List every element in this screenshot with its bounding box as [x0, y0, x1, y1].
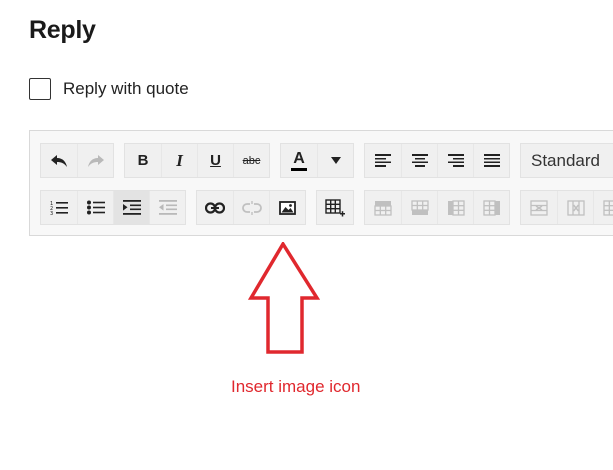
- rich-text-editor-toolbar: B I U abc A Standard 1 2 3: [29, 130, 613, 236]
- redo-button[interactable]: [77, 144, 113, 177]
- font-color-letter: A: [293, 149, 305, 167]
- justify-icon: [483, 154, 500, 167]
- row-above-icon: [374, 200, 392, 216]
- delete-row-button[interactable]: [521, 191, 557, 224]
- insert-image-annotation: Insert image icon: [231, 377, 361, 396]
- table-icon: [325, 198, 345, 216]
- reply-with-quote-label[interactable]: Reply with quote: [63, 79, 189, 99]
- table-delete-group: [520, 190, 613, 225]
- bold-button[interactable]: B: [125, 144, 161, 177]
- delete-column-icon: [566, 199, 585, 216]
- underline-button[interactable]: U: [197, 144, 233, 177]
- column-left-icon: [447, 199, 465, 216]
- unlink-icon: [241, 200, 262, 215]
- insert-link-button[interactable]: [197, 191, 233, 224]
- insert-table-button[interactable]: [317, 191, 353, 224]
- undo-redo-group: [40, 143, 114, 178]
- font-color-dropdown-button[interactable]: [317, 144, 353, 177]
- insert-column-left-button[interactable]: [437, 191, 473, 224]
- align-right-button[interactable]: [437, 144, 473, 177]
- table-row-col-group: [364, 190, 510, 225]
- toolbar-row-1: B I U abc A Standard: [40, 143, 613, 178]
- justify-button[interactable]: [473, 144, 509, 177]
- image-icon: [279, 200, 296, 215]
- list-indent-group: 123: [40, 190, 186, 225]
- align-left-icon: [375, 154, 391, 167]
- annotation-arrow-icon: [248, 242, 320, 354]
- indent-icon: [122, 200, 141, 215]
- insert-row-below-button[interactable]: [401, 191, 437, 224]
- unlink-button[interactable]: [233, 191, 269, 224]
- svg-text:3: 3: [50, 211, 53, 216]
- align-left-button[interactable]: [365, 144, 401, 177]
- font-color-button[interactable]: A: [281, 144, 317, 177]
- delete-row-icon: [530, 199, 548, 216]
- reply-with-quote-checkbox[interactable]: [29, 78, 51, 100]
- insert-column-right-button[interactable]: [473, 191, 509, 224]
- align-right-icon: [447, 154, 464, 167]
- redo-icon: [87, 154, 104, 167]
- link-image-group: [196, 190, 306, 225]
- indent-button[interactable]: [113, 191, 149, 224]
- paragraph-format-select[interactable]: Standard: [520, 143, 613, 178]
- undo-button[interactable]: [41, 144, 77, 177]
- font-color-swatch: [291, 167, 307, 171]
- delete-table-button[interactable]: [593, 191, 613, 224]
- numbered-list-icon: 123: [50, 201, 68, 216]
- numbered-list-button[interactable]: 123: [41, 191, 77, 224]
- italic-button[interactable]: I: [161, 144, 197, 177]
- align-center-button[interactable]: [401, 144, 437, 177]
- reply-with-quote-row: Reply with quote: [29, 77, 189, 101]
- row-below-icon: [410, 199, 429, 215]
- font-color-group: A: [280, 143, 354, 178]
- text-style-group: B I U abc: [124, 143, 270, 178]
- toolbar-row-2: 123: [40, 190, 613, 225]
- strikethrough-button[interactable]: abc: [233, 144, 269, 177]
- insert-image-button[interactable]: [269, 191, 305, 224]
- outdent-button[interactable]: [149, 191, 185, 224]
- undo-icon: [51, 154, 67, 167]
- insert-row-above-button[interactable]: [365, 191, 401, 224]
- column-right-icon: [482, 199, 500, 216]
- delete-table-icon: [602, 199, 613, 216]
- align-center-icon: [411, 154, 428, 167]
- bullet-list-button[interactable]: [77, 191, 113, 224]
- outdent-icon: [158, 200, 177, 215]
- reply-heading: Reply: [29, 16, 96, 44]
- link-icon: [205, 201, 225, 214]
- alignment-group: [364, 143, 510, 178]
- delete-column-button[interactable]: [557, 191, 593, 224]
- caret-down-icon: [330, 157, 341, 164]
- table-insert-group: [316, 190, 354, 225]
- bullet-list-icon: [86, 200, 105, 215]
